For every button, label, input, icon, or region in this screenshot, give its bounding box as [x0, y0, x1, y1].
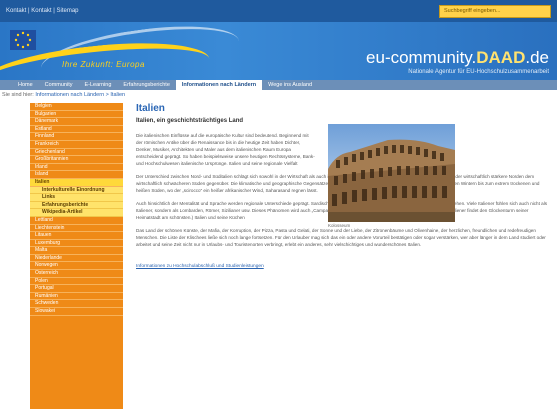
sidebar-item-griechenland[interactable]: Griechenland [30, 149, 123, 157]
sidebar-item-interkulturelle-einordnung[interactable]: Interkulturelle Einordnung [30, 186, 123, 195]
site-title-suffix: .de [525, 48, 549, 67]
search-input[interactable]: Suchbegriff eingeben... [439, 4, 551, 18]
tab-informationen-nach-laendern[interactable]: Informationen nach Ländern [175, 80, 263, 90]
breadcrumb-prefix: Sie sind hier: [2, 92, 36, 98]
sidebar-item-lettland[interactable]: Lettland [30, 217, 123, 225]
eu-stars-logo-icon[interactable] [10, 30, 36, 50]
photo-caption: Kolosseum [328, 223, 351, 228]
sidebar-item-irland[interactable]: Irland [30, 164, 123, 172]
sidebar-item-finnland[interactable]: Finnland [30, 133, 123, 141]
paragraph-cliches: Das Land der schönen Künste, der Mafia, … [136, 228, 546, 247]
sidebar-item-grossbritannien[interactable]: Großbritannien [30, 156, 123, 164]
sidebar-item-norwegen[interactable]: Norwegen [30, 262, 123, 271]
tab-wege-ins-ausland[interactable]: Wege ins Ausland [262, 80, 318, 90]
sidebar-item-links[interactable]: Links [30, 194, 123, 202]
top-utility-bar: Kontakt | Kontakt | Sitemap Suchbegriff … [0, 0, 557, 22]
breadcrumb: Sie sind hier: Informationen nach Länder… [2, 92, 125, 98]
photo-container: Kolosseum [328, 124, 455, 228]
site-banner: Ihre Zukunft: Europa eu-community.DAAD.d… [0, 22, 557, 80]
top-links[interactable]: Kontakt | Kontakt | Sitemap [6, 8, 79, 14]
sidebar-item-wikipedia-artikel[interactable]: Wikipedia-Artikel [30, 209, 123, 217]
logo-slogan: Ihre Zukunft: Europa [62, 60, 145, 69]
sidebar-item-luxemburg[interactable]: Luxemburg [30, 240, 123, 248]
sidebar-item-erfahrungsberichte[interactable]: Erfahrungsberichte [30, 201, 123, 210]
sidebar-item-island[interactable]: Island [30, 171, 123, 179]
sidebar-item-belgien[interactable]: Belgien [30, 103, 123, 111]
sidebar-item-polen[interactable]: Polen [30, 278, 123, 286]
sidebar-item-litauen[interactable]: Litauen [30, 232, 123, 240]
tab-community[interactable]: Community [39, 80, 79, 90]
paragraph-intro: Die italienischen Einflüsse auf die euro… [136, 133, 315, 166]
sidebar-item-malta[interactable]: Malta [30, 247, 123, 255]
site-title-bold: DAAD [476, 48, 526, 67]
sidebar-item-frankreich[interactable]: Frankreich [30, 141, 123, 149]
breadcrumb-path[interactable]: Informationen nach Ländern > Italien [35, 92, 125, 98]
sidebar-item-oesterreich[interactable]: Österreich [30, 270, 123, 278]
more-info-link[interactable]: Informationen zu Hochschulabschluß und S… [136, 264, 264, 269]
sidebar-item-estland[interactable]: Estland [30, 126, 123, 134]
sidebar-item-niederlande[interactable]: Niederlande [30, 255, 123, 263]
colosseum-image [328, 124, 455, 222]
sidebar-item-italien[interactable]: Italien [30, 178, 123, 187]
page-title: Italien [136, 103, 165, 114]
site-title[interactable]: eu-community.DAAD.de [366, 48, 549, 68]
sidebar-item-bulgarien[interactable]: Bulgarien [30, 111, 123, 119]
sidebar-item-liechtenstein[interactable]: Liechtenstein [30, 225, 123, 233]
sidebar-item-slowakei[interactable]: Slowakei [30, 308, 123, 316]
tab-e-learning[interactable]: E-Learning [78, 80, 117, 90]
country-sidebar: Belgien Bulgarien Dänemark Estland Finnland F… [30, 103, 123, 409]
tab-erfahrungsberichte[interactable]: Erfahrungsberichte [117, 80, 175, 90]
sidebar-item-rumaenien[interactable]: Rumänien [30, 293, 123, 301]
sidebar-item-schweden[interactable]: Schweden [30, 300, 123, 309]
page: Kontakt | Kontakt | Sitemap Suchbegriff … [0, 0, 557, 409]
main-nav: Home Community E-Learning Erfahrungsberi… [0, 80, 557, 90]
sidebar-item-portugal[interactable]: Portugal [30, 285, 123, 293]
site-title-prefix: eu-community. [366, 48, 477, 67]
tab-home[interactable]: Home [12, 80, 39, 90]
sidebar-item-daenemark[interactable]: Dänemark [30, 118, 123, 126]
site-subtitle: Nationale Agentur für EU-Hochschulzusamm… [408, 69, 549, 75]
